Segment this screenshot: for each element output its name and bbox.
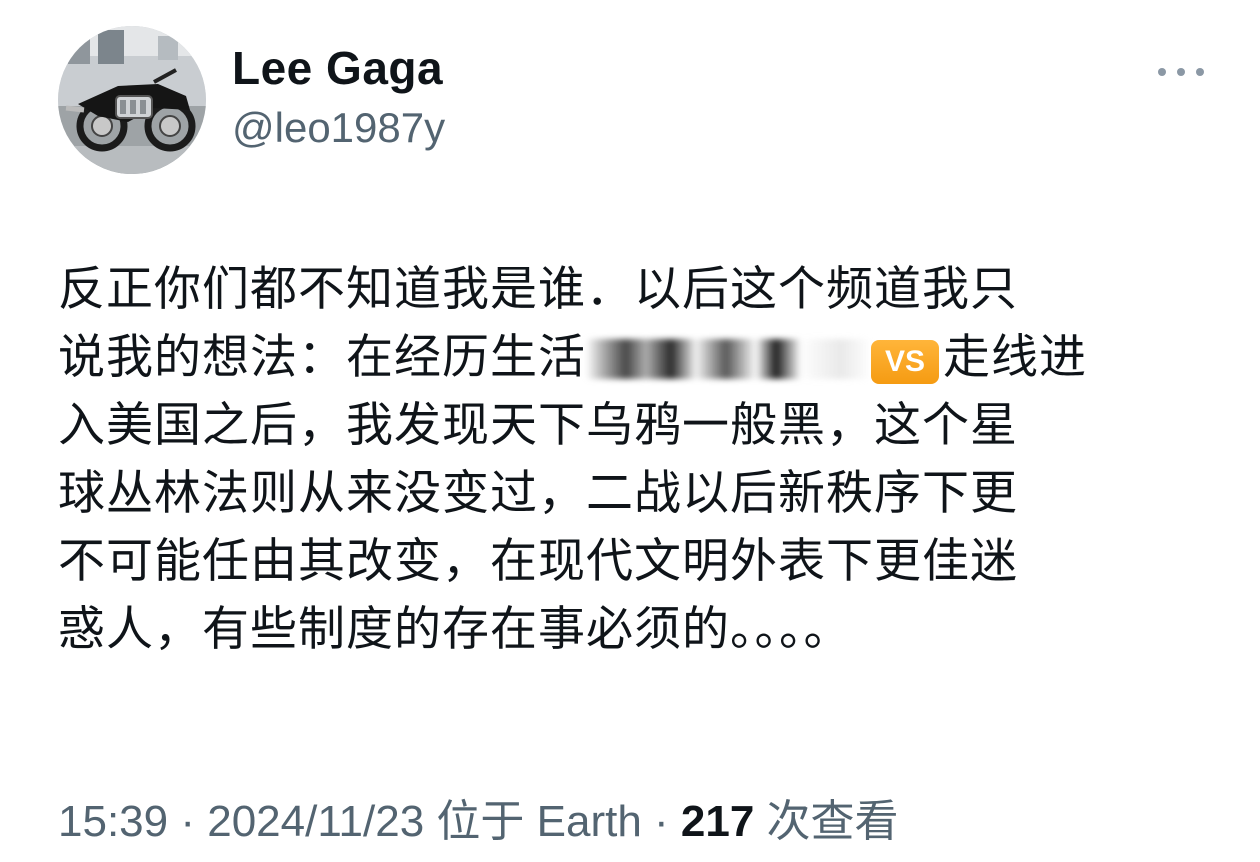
handle[interactable]: @leo1987y — [232, 102, 445, 154]
tweet-line: 走线进 — [943, 330, 1087, 385]
tweet-line: 球丛林法则从来没变过，二战以后新秩序下更 — [58, 466, 1018, 521]
more-dot-icon — [1177, 68, 1185, 76]
tweet-date[interactable]: 2024/11/23 — [207, 797, 424, 846]
vs-emoji-icon: VS — [871, 340, 939, 384]
meta-separator: · — [641, 797, 681, 846]
tweet-line: 不可能任由其改变，在现代文明外表下更佳迷 — [58, 534, 1018, 589]
more-dot-icon — [1158, 68, 1166, 76]
tweet-header: Lee Gaga @leo1987y — [58, 26, 1208, 176]
views-count: 217 — [680, 797, 755, 846]
more-options-button[interactable] — [1158, 60, 1204, 84]
tweet-line: 说我的想法：在经历生活 — [58, 330, 586, 385]
tweet-line: 惑人，有些制度的存在事必须的。。。。 — [58, 602, 852, 657]
motorcycle-avatar[interactable] — [58, 26, 206, 174]
tweet-line: 入美国之后，我发现天下乌鸦一般黑，这个星 — [58, 398, 1018, 453]
views-label: 次查看 — [754, 797, 899, 846]
tweet-meta: 15:39 · 2024/11/23 位于 Earth · 217 次查看 — [58, 792, 899, 852]
tweet-line: 反正你们都不知道我是谁．以后这个频道我只 — [58, 262, 1018, 317]
display-name[interactable]: Lee Gaga — [232, 40, 445, 96]
redacted-text — [586, 339, 871, 379]
tweet-location: 位于 Earth — [424, 797, 642, 846]
author-names: Lee Gaga @leo1987y — [232, 40, 445, 154]
tweet-time[interactable]: 15:39 — [58, 797, 168, 846]
meta-separator: · — [168, 797, 208, 846]
more-dot-icon — [1196, 68, 1204, 76]
tweet-text: 反正你们都不知道我是谁．以后这个频道我只 说我的想法：在经历生活 VS 走线进 入美… — [58, 256, 1208, 664]
motorcycle-icon — [58, 26, 206, 174]
